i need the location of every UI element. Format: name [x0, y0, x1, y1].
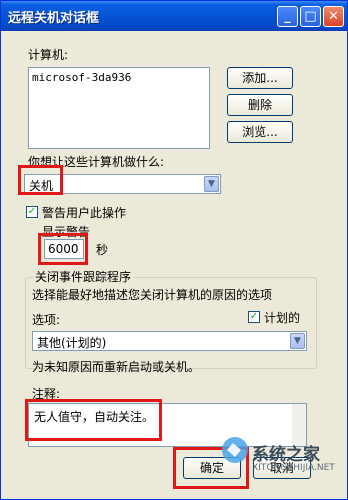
minimize-button[interactable]: _ [277, 6, 298, 27]
option-select-value: 其他(计划的) [37, 336, 107, 350]
watermark-url: XITONGZHIJIA.NET [252, 463, 335, 473]
remove-button[interactable]: 删除 [227, 94, 293, 116]
chevron-down-icon[interactable]: ▼ [290, 333, 305, 349]
warn-users-label: 警告用户此操作 [42, 206, 127, 220]
warning-seconds-value: 6000 [48, 242, 79, 256]
option-hint: 为未知原因而重新启动或关机。 [32, 360, 201, 374]
seconds-unit: 秒 [96, 243, 109, 257]
action-label: 你想让这些计算机做什么: [28, 155, 165, 169]
title-bar[interactable]: 远程关机对话框 _ □ ✕ [1, 1, 347, 31]
window-title: 远程关机对话框 [8, 11, 100, 26]
maximize-button[interactable]: □ [300, 6, 321, 27]
planned-checkbox[interactable]: ✓ [248, 311, 260, 323]
computers-label: 计算机: [28, 48, 69, 62]
close-button[interactable]: ✕ [323, 6, 344, 27]
watermark: 系统之家 XITONGZHIJIA.NET [216, 436, 347, 499]
add-button[interactable]: 添加... [227, 67, 293, 89]
comment-label: 注释: [32, 387, 61, 401]
planned-label: 计划的 [264, 311, 301, 325]
tracker-description: 选择能最好地描述您关闭计算机的原因的选项 [32, 288, 273, 302]
computers-list[interactable]: microsof-3da936 [28, 67, 210, 149]
watermark-brand: 系统之家 [252, 445, 320, 465]
browse-button[interactable]: 浏览... [227, 121, 293, 143]
remote-shutdown-dialog: 远程关机对话框 _ □ ✕ 计算机: microsof-3da936 添加...… [0, 0, 348, 500]
comment-text: 无人值守，自动关注。 [34, 410, 155, 424]
list-item[interactable]: microsof-3da936 [32, 71, 131, 84]
warning-seconds-input[interactable]: 6000 [44, 239, 84, 259]
option-select[interactable]: 其他(计划的) ▼ [32, 331, 307, 351]
option-label: 选项: [32, 313, 61, 327]
display-warning-label: 显示警告 [42, 225, 91, 239]
warn-users-checkbox[interactable]: ✓ [26, 206, 38, 218]
action-select-value: 关机 [29, 179, 54, 193]
chevron-down-icon[interactable]: ▼ [204, 176, 219, 192]
tracker-group-title: 关闭事件跟踪程序 [33, 268, 134, 285]
action-select[interactable]: 关机 ▼ [24, 174, 221, 194]
